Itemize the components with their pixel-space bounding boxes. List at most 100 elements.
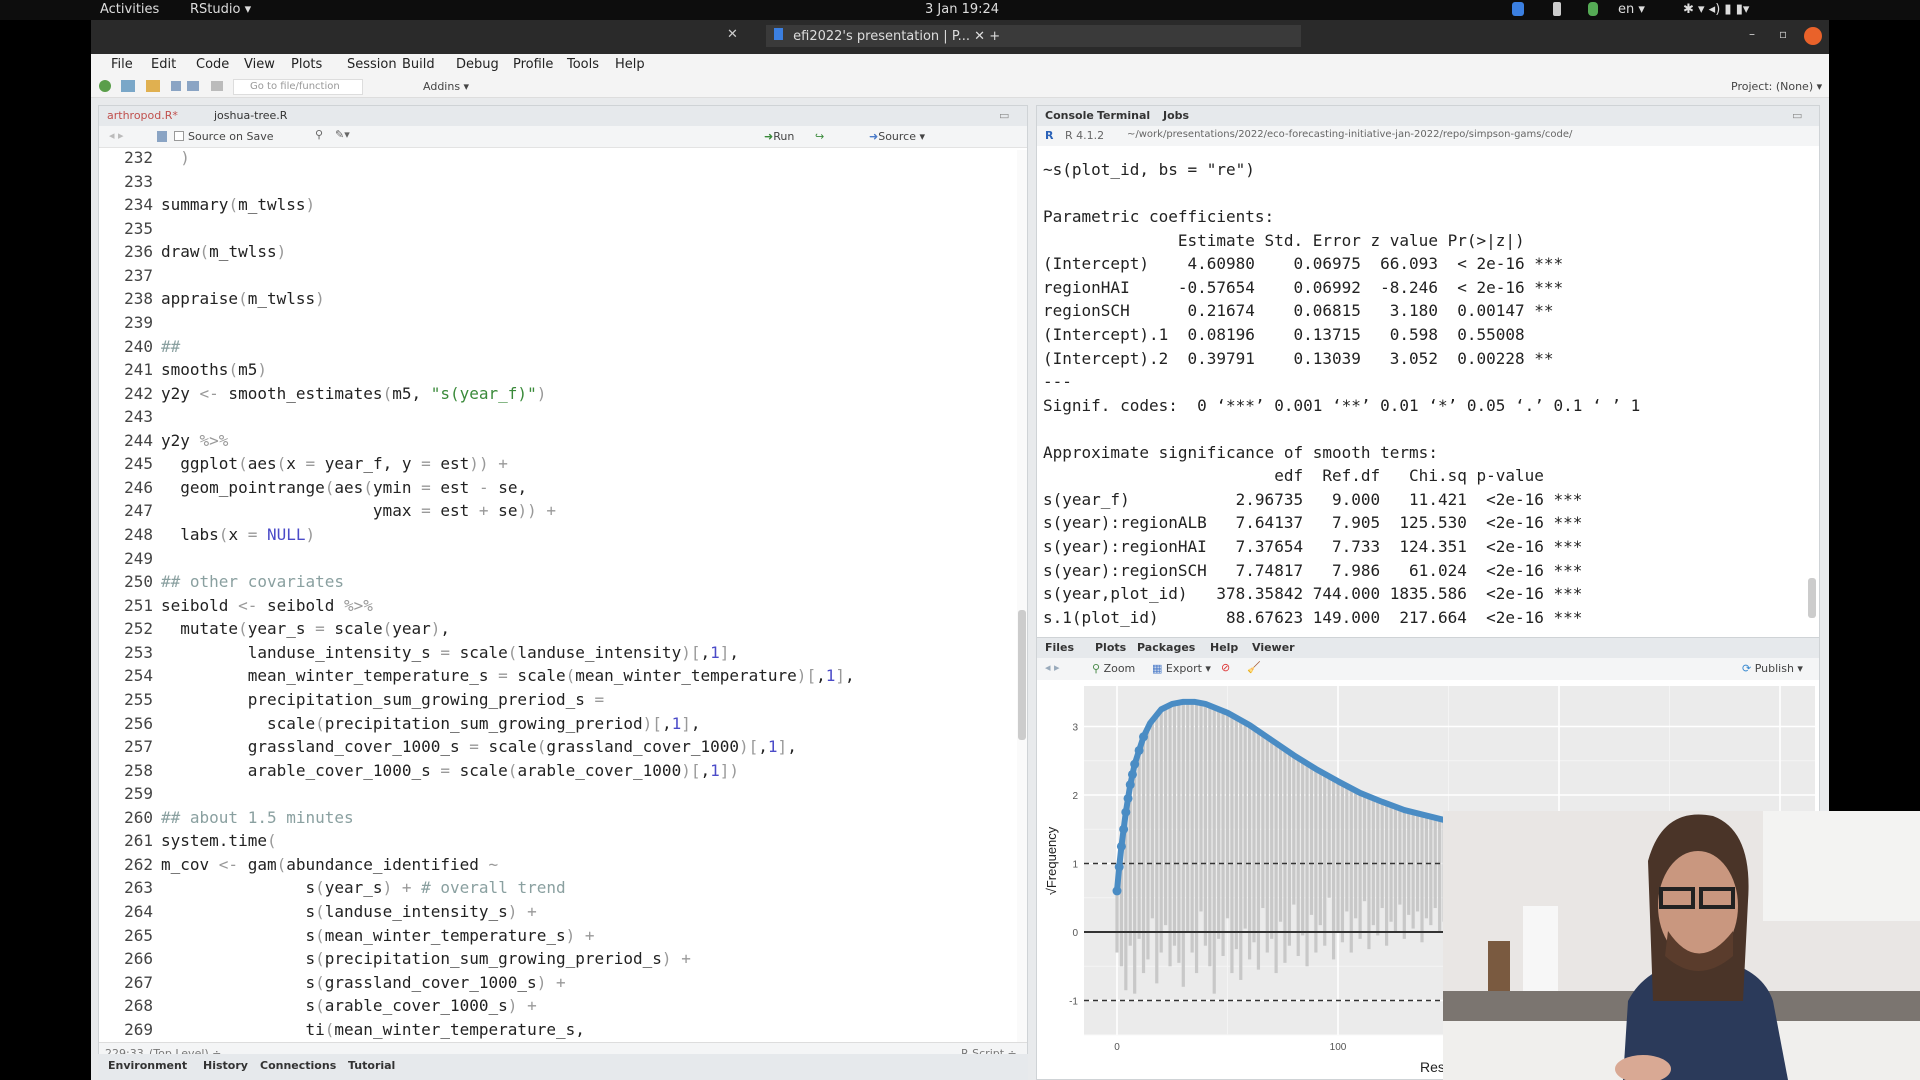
code-line[interactable]: 248 labs(x = NULL): [99, 523, 999, 547]
console-output[interactable]: ~s(plot_id, bs = "re") Parametric coeffic…: [1037, 146, 1819, 682]
code-line[interactable]: 260 ## about 1.5 minutes: [99, 806, 999, 830]
code-line[interactable]: 241 smooths(m5): [99, 358, 999, 382]
addins-menu[interactable]: Addins ▾: [423, 80, 469, 93]
new-tab-button[interactable]: +: [989, 29, 1000, 44]
save-icon[interactable]: [171, 81, 181, 91]
project-menu[interactable]: Project: (None) ▾: [1731, 80, 1822, 93]
open-file-icon[interactable]: [146, 80, 160, 92]
code-line[interactable]: 243: [99, 405, 999, 429]
code-line[interactable]: 263 s(year_s) + # overall trend: [99, 876, 999, 900]
tab-joshua-tree[interactable]: joshua-tree.R: [214, 109, 287, 122]
remove-plot-icon[interactable]: ⊘: [1221, 661, 1230, 674]
code-tools-icon[interactable]: ✎▾: [335, 128, 350, 141]
code-editor[interactable]: 232 ) 233 234 summary(m_twlss) 235 236 draw(m_…: [99, 149, 1009, 1042]
network-icon[interactable]: ✱ ▾ ◂) ▮ ▮▾: [1683, 2, 1749, 17]
tab-files[interactable]: Files: [1045, 641, 1074, 654]
editor-scrollbar[interactable]: [1017, 150, 1027, 1042]
rerun-icon[interactable]: ↪: [815, 130, 824, 143]
code-line[interactable]: 240 ##: [99, 335, 999, 359]
tab-console[interactable]: Console: [1045, 109, 1094, 122]
code-line[interactable]: 238 appraise(m_twlss): [99, 287, 999, 311]
code-line[interactable]: 265 s(mean_winter_temperature_s) +: [99, 924, 999, 948]
code-line[interactable]: 247 ymax = est + se)) +: [99, 499, 999, 523]
code-line[interactable]: 237: [99, 264, 999, 288]
tab-environment[interactable]: Environment: [108, 1059, 187, 1072]
code-line[interactable]: 233: [99, 170, 999, 194]
rstudio-app-menu[interactable]: RStudio ▾: [190, 2, 251, 17]
close-tab-icon[interactable]: ✕: [727, 27, 738, 42]
pane-maximize-icon[interactable]: ▭: [1792, 109, 1802, 122]
menu-file[interactable]: File: [111, 57, 133, 72]
activities-button[interactable]: Activities: [100, 2, 159, 17]
code-line[interactable]: 246 geom_pointrange(aes(ymin = est - se,: [99, 476, 999, 500]
code-line[interactable]: 267 s(grassland_cover_1000_s) +: [99, 971, 999, 995]
tab-tutorial[interactable]: Tutorial: [348, 1059, 395, 1072]
console-scrollbar[interactable]: [1807, 148, 1817, 678]
save-all-icon[interactable]: [187, 81, 199, 91]
code-line[interactable]: 258 arable_cover_1000_s = scale(arable_c…: [99, 759, 999, 783]
code-line[interactable]: 262 m_cov <- gam(abundance_identified ~: [99, 853, 999, 877]
go-to-file-input[interactable]: Go to file/function: [233, 79, 363, 95]
code-line[interactable]: 255 precipitation_sum_growing_preriod_s …: [99, 688, 999, 712]
tab-arthropod[interactable]: arthropod.R*: [107, 109, 178, 122]
browser-tab-close[interactable]: ✕: [974, 29, 985, 44]
language-selector[interactable]: en ▾: [1618, 2, 1645, 17]
code-line[interactable]: 244 y2y %>%: [99, 429, 999, 453]
console-scrollbar-thumb[interactable]: [1808, 578, 1816, 618]
source-on-save-checkbox[interactable]: [174, 131, 184, 141]
code-line[interactable]: 259: [99, 782, 999, 806]
code-line[interactable]: 249: [99, 547, 999, 571]
tab-help[interactable]: Help: [1210, 641, 1238, 654]
tab-history[interactable]: History: [203, 1059, 248, 1072]
menu-view[interactable]: View: [244, 57, 275, 72]
code-line[interactable]: 252 mutate(year_s = scale(year),: [99, 617, 999, 641]
menu-build[interactable]: Build: [402, 57, 435, 72]
code-line[interactable]: 239: [99, 311, 999, 335]
menu-plots[interactable]: Plots: [291, 57, 322, 72]
back-icon[interactable]: ◂ ▸: [109, 129, 124, 142]
minimize-icon[interactable]: –: [1749, 27, 1755, 41]
menu-session[interactable]: Session: [347, 57, 397, 72]
zoom-button[interactable]: ⚲ Zoom: [1092, 662, 1135, 675]
code-line[interactable]: 264 s(landuse_intensity_s) +: [99, 900, 999, 924]
code-line[interactable]: 245 ggplot(aes(x = year_f, y = est)) +: [99, 452, 999, 476]
code-line[interactable]: 269 ti(mean_winter_temperature_s,: [99, 1018, 999, 1042]
tab-terminal[interactable]: Terminal: [1097, 109, 1150, 122]
menu-profile[interactable]: Profile: [513, 57, 553, 72]
code-line[interactable]: 268 s(arable_cover_1000_s) +: [99, 994, 999, 1018]
indicator-icon[interactable]: [1512, 2, 1524, 16]
export-button[interactable]: ▦ Export ▾: [1152, 662, 1211, 675]
previous-plot-icon[interactable]: ◂ ▸: [1045, 661, 1060, 674]
menu-debug[interactable]: Debug: [456, 57, 499, 72]
menu-tools[interactable]: Tools: [567, 57, 599, 72]
code-line[interactable]: 232 ): [99, 149, 999, 170]
run-button[interactable]: ➜Run: [764, 130, 794, 143]
code-line[interactable]: 251 seibold <- seibold %>%: [99, 594, 999, 618]
code-line[interactable]: 254 mean_winter_temperature_s = scale(me…: [99, 664, 999, 688]
pane-maximize-icon[interactable]: ▭: [999, 109, 1009, 122]
code-line[interactable]: 234 summary(m_twlss): [99, 193, 999, 217]
code-line[interactable]: 261 system.time(: [99, 829, 999, 853]
search-icon[interactable]: ⚲: [315, 128, 323, 141]
code-line[interactable]: 242 y2y <- smooth_estimates(m5, "s(year_f…: [99, 382, 999, 406]
code-line[interactable]: 235: [99, 217, 999, 241]
broom-icon[interactable]: 🧹: [1247, 661, 1261, 674]
close-window-icon[interactable]: [1804, 27, 1822, 45]
menu-help[interactable]: Help: [615, 57, 645, 72]
code-line[interactable]: 250 ## other covariates: [99, 570, 999, 594]
maximize-icon[interactable]: ▫: [1779, 27, 1787, 41]
save-icon[interactable]: [157, 131, 167, 142]
code-line[interactable]: 253 landuse_intensity_s = scale(landuse_…: [99, 641, 999, 665]
tab-connections[interactable]: Connections: [260, 1059, 336, 1072]
tab-jobs[interactable]: Jobs: [1163, 109, 1189, 122]
shield-icon[interactable]: [1588, 2, 1598, 16]
code-line[interactable]: 257 grassland_cover_1000_s = scale(grass…: [99, 735, 999, 759]
publish-button[interactable]: ⟳ Publish ▾: [1742, 662, 1803, 675]
code-line[interactable]: 256 scale(precipitation_sum_growing_prer…: [99, 712, 999, 736]
clock[interactable]: 3 Jan 19:24: [925, 2, 999, 17]
clipboard-icon[interactable]: [1553, 2, 1561, 16]
code-line[interactable]: 236 draw(m_twlss): [99, 240, 999, 264]
browser-tab[interactable]: efi2022's presentation | P... ✕ +: [766, 25, 1301, 47]
editor-scrollbar-thumb[interactable]: [1018, 610, 1026, 740]
menu-code[interactable]: Code: [196, 57, 229, 72]
